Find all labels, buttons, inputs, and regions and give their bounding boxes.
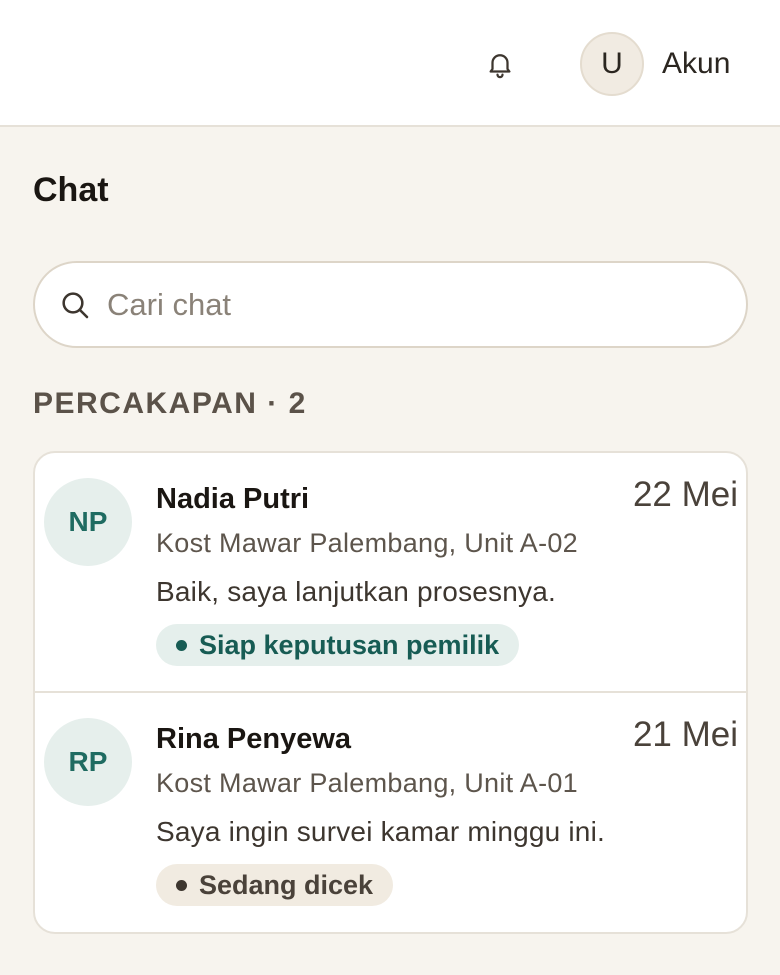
status-label: Sedang dicek (199, 870, 374, 900)
conversation-item[interactable]: RP Rina Penyewa 21 Mei Kost Mawar Palemb… (35, 693, 746, 932)
account-link[interactable]: Akun (662, 44, 730, 84)
last-message: Baik, saya lanjutkan prosesnya. (156, 576, 556, 607)
avatar: NP (44, 478, 132, 566)
conversation-count-label: PERCAKAPAN · 2 (33, 387, 307, 420)
contact-name: Nadia Putri (156, 483, 310, 515)
last-message: Saya ingin survei kamar minggu ini. (156, 816, 605, 847)
status-badge: Siap keputusan pemilik (156, 624, 520, 666)
contact-name: Rina Penyewa (156, 723, 352, 755)
top-bar: U Akun (0, 0, 780, 127)
conversation-list: NP Nadia Putri 22 Mei Kost Mawar Palemba… (33, 451, 748, 934)
account-avatar[interactable]: U (580, 32, 644, 96)
status-dot-icon (176, 879, 187, 891)
message-date: 22 Mei (632, 475, 738, 514)
conversation-item[interactable]: NP Nadia Putri 22 Mei Kost Mawar Palemba… (35, 453, 746, 693)
property-name: Kost Mawar Palembang, Unit A-01 (156, 768, 578, 798)
search-icon (59, 289, 91, 321)
search-input[interactable] (107, 281, 707, 329)
status-dot-icon (176, 639, 187, 651)
bell-icon[interactable] (484, 48, 516, 80)
status-badge: Sedang dicek (156, 864, 394, 906)
search-bar[interactable] (33, 261, 748, 348)
message-date: 21 Mei (632, 715, 738, 754)
avatar: RP (44, 718, 132, 806)
page-title: Chat (33, 171, 109, 209)
property-name: Kost Mawar Palembang, Unit A-02 (156, 528, 578, 558)
status-label: Siap keputusan pemilik (199, 630, 500, 660)
